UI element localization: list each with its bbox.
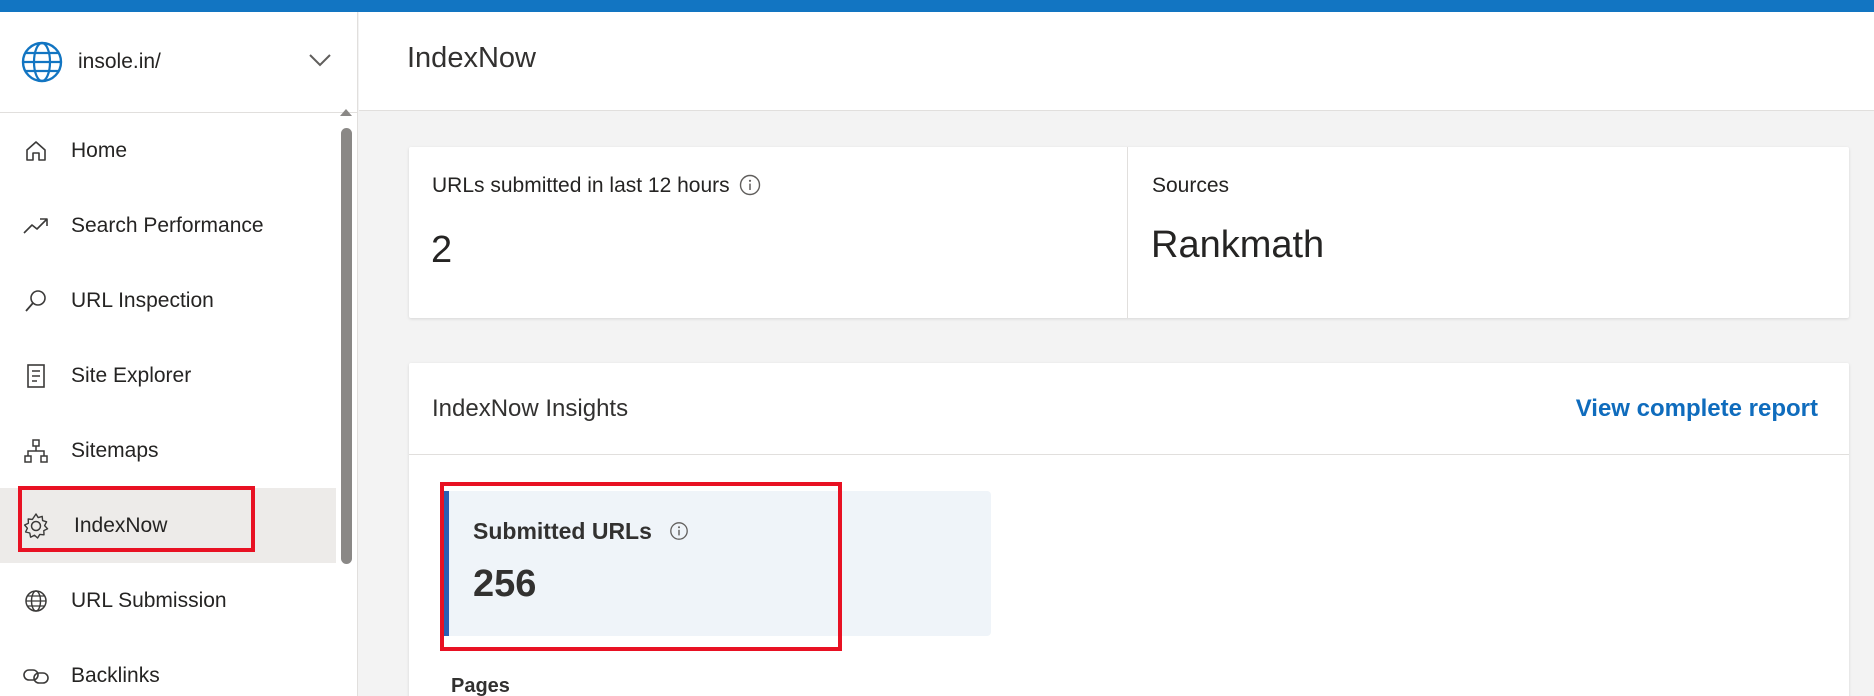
sitemap-icon [22, 437, 50, 465]
sidebar-item-label: URL Inspection [71, 288, 214, 312]
info-icon[interactable] [669, 521, 689, 541]
view-complete-report-link[interactable]: View complete report [1576, 395, 1818, 423]
sources-value: Rankmath [1151, 224, 1325, 266]
globe-icon [21, 41, 63, 83]
sidebar-item-label: IndexNow [74, 513, 168, 537]
page-title: IndexNow [407, 42, 536, 74]
top-accent-bar [0, 0, 1874, 12]
page-header: IndexNow [359, 12, 1874, 111]
site-name: insole.in/ [78, 50, 161, 73]
stats-divider [1127, 147, 1128, 318]
trend-up-icon [22, 212, 50, 240]
info-icon[interactable] [739, 174, 761, 196]
insights-divider [409, 454, 1849, 455]
sidebar: insole.in/ Home Search Performance URL I… [0, 12, 358, 696]
sidebar-item-label: Sitemaps [71, 438, 159, 462]
site-selector[interactable]: insole.in/ [0, 12, 357, 113]
metric-accent-bar [444, 491, 449, 636]
stats-card: URLs submitted in last 12 hours 2 Source… [409, 147, 1849, 318]
sidebar-item-sitemaps[interactable]: Sitemaps [0, 413, 336, 488]
urls-submitted-value: 2 [431, 229, 453, 271]
search-icon [22, 287, 50, 315]
chevron-down-icon[interactable] [308, 52, 332, 68]
sidebar-item-indexnow[interactable]: IndexNow [0, 488, 336, 563]
gear-icon [22, 512, 50, 540]
sidebar-item-label: Site Explorer [71, 363, 192, 387]
globe-icon [22, 587, 50, 615]
submitted-urls-value: 256 [473, 563, 537, 605]
sources-label: Sources [1152, 174, 1230, 197]
sidebar-item-backlinks[interactable]: Backlinks [0, 638, 336, 696]
home-icon [22, 137, 50, 165]
sidebar-item-url-submission[interactable]: URL Submission [0, 563, 336, 638]
sidebar-item-home[interactable]: Home [0, 113, 336, 188]
sidebar-item-label: Home [71, 138, 128, 162]
sidebar-scrollbar-thumb[interactable] [341, 128, 352, 564]
sidebar-item-label: URL Submission [71, 588, 227, 612]
urls-submitted-label: URLs submitted in last 12 hours [432, 174, 730, 197]
sidebar-item-label: Backlinks [71, 663, 160, 687]
sidebar-item-url-inspection[interactable]: URL Inspection [0, 263, 336, 338]
submitted-urls-label: Submitted URLs [473, 518, 652, 544]
document-list-icon [22, 362, 50, 390]
insights-card: IndexNow Insights View complete report S… [409, 363, 1849, 696]
scroll-up-arrow-icon[interactable] [339, 107, 353, 117]
urls-submitted-label-row: URLs submitted in last 12 hours [432, 174, 761, 198]
sidebar-item-site-explorer[interactable]: Site Explorer [0, 338, 336, 413]
insights-title: IndexNow Insights [432, 395, 629, 422]
pages-label: Pages [451, 675, 510, 696]
sidebar-item-search-performance[interactable]: Search Performance [0, 188, 336, 263]
sidebar-item-label: Search Performance [71, 213, 264, 237]
link-icon [22, 662, 50, 690]
